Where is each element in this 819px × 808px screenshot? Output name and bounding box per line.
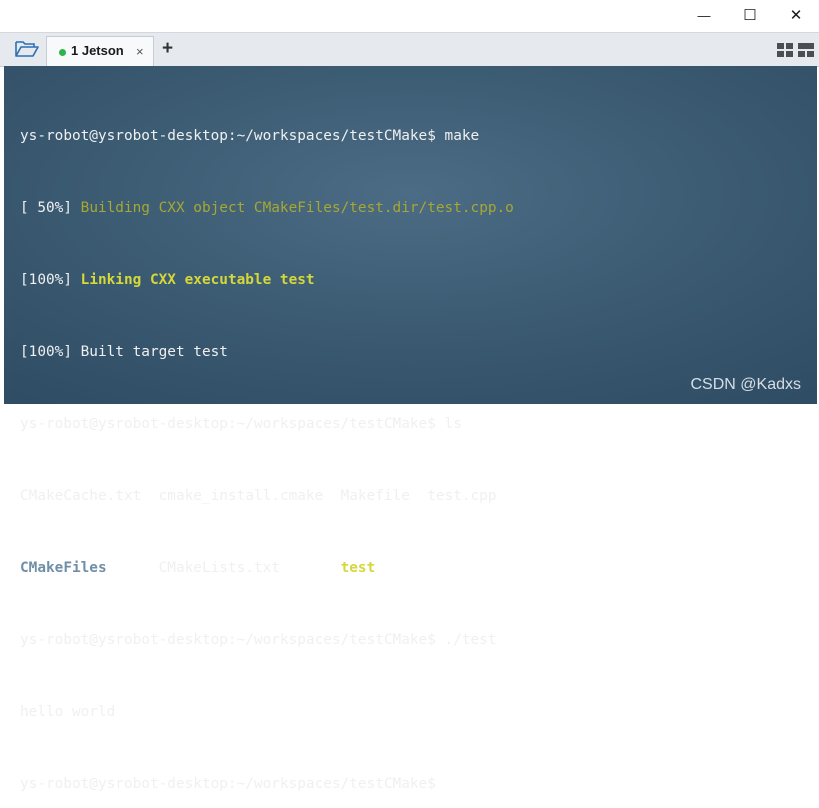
terminal-line: [100%] Built target test <box>20 344 228 360</box>
layout-icon[interactable] <box>777 43 793 57</box>
terminal-line: ys-robot@ysrobot-desktop:~/workspaces/te… <box>20 632 497 648</box>
tab-bar: 1 Jetson × + <box>0 32 819 67</box>
title-bar: — ☐ ✕ <box>0 0 819 32</box>
connection-status-dot <box>59 49 66 56</box>
terminal-line: [ 50%] Building CXX object CMakeFiles/te… <box>20 200 514 216</box>
terminal-output[interactable]: ys-robot@ysrobot-desktop:~/workspaces/te… <box>4 66 817 792</box>
new-tab-button[interactable]: + <box>162 37 173 61</box>
tile-icon[interactable] <box>798 43 814 57</box>
watermark: CSDN @Kadxs <box>690 376 802 393</box>
minimize-button[interactable]: — <box>681 0 727 30</box>
terminal-line: ys-robot@ysrobot-desktop:~/workspaces/te… <box>20 416 462 432</box>
maximize-button[interactable]: ☐ <box>727 0 773 30</box>
tab-close-icon[interactable]: × <box>136 43 144 60</box>
minimize-icon: — <box>697 7 711 23</box>
terminal-line: [100%] Linking CXX executable test <box>20 272 315 288</box>
terminal-line: ys-robot@ysrobot-desktop:~/workspaces/te… <box>20 128 480 144</box>
terminal-line: CMakeCache.txt cmake_install.cmake Makef… <box>20 488 497 504</box>
terminal-prompt: ys-robot@ysrobot-desktop:~/workspaces/te… <box>20 776 436 792</box>
close-button[interactable]: ✕ <box>773 0 819 30</box>
tab-jetson[interactable]: 1 Jetson × <box>46 36 154 66</box>
close-icon: ✕ <box>789 7 803 24</box>
terminal-line: hello world <box>20 704 116 720</box>
maximize-icon: ☐ <box>743 7 757 24</box>
tab-label: 1 Jetson <box>71 43 124 58</box>
folder-icon[interactable] <box>14 39 40 59</box>
terminal-line: CMakeFiles CMakeLists.txt test <box>20 560 376 576</box>
